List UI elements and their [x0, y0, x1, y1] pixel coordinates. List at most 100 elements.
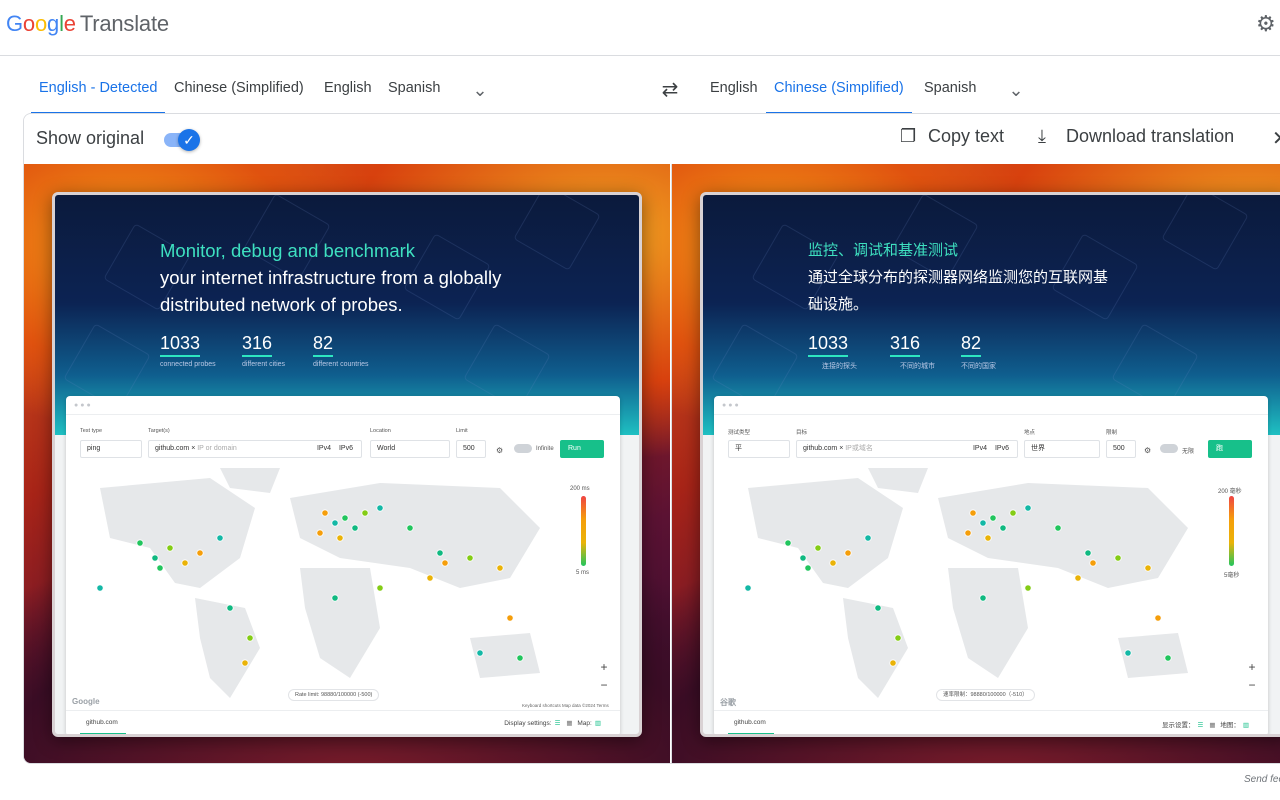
probe-marker[interactable]: [799, 554, 807, 562]
probe-marker[interactable]: [136, 539, 144, 547]
probe-marker[interactable]: [864, 534, 872, 542]
probe-marker[interactable]: [246, 634, 254, 642]
source-lang-tab-chinese[interactable]: Chinese (Simplified): [166, 80, 312, 114]
target-input[interactable]: github.com × IP或域名 IPv4 IPv6: [796, 440, 1018, 458]
probe-marker[interactable]: [426, 574, 434, 582]
probe-marker[interactable]: [316, 529, 324, 537]
gear-icon[interactable]: ⚙: [1256, 12, 1280, 36]
probe-marker[interactable]: [496, 564, 504, 572]
world-map[interactable]: [80, 468, 570, 708]
probe-marker[interactable]: [226, 604, 234, 612]
source-lang-tab-spanish[interactable]: Spanish: [380, 80, 448, 114]
zoom-out-button[interactable]: −: [1244, 676, 1260, 694]
world-map[interactable]: [728, 468, 1218, 708]
probe-marker[interactable]: [506, 614, 514, 622]
probe-marker[interactable]: [1114, 554, 1122, 562]
zoom-in-button[interactable]: +: [1244, 658, 1260, 676]
probe-marker[interactable]: [1089, 559, 1097, 567]
probe-marker[interactable]: [476, 649, 484, 657]
probe-marker[interactable]: [151, 554, 159, 562]
probe-marker[interactable]: [196, 549, 204, 557]
probe-marker[interactable]: [1074, 574, 1082, 582]
probe-marker[interactable]: [216, 534, 224, 542]
probe-marker[interactable]: [241, 659, 249, 667]
tab-github[interactable]: github.com: [734, 719, 766, 726]
chevron-down-icon[interactable]: ⌄: [468, 78, 492, 102]
probe-marker[interactable]: [441, 559, 449, 567]
limit-input[interactable]: 500: [1106, 440, 1136, 458]
location-input[interactable]: World: [370, 440, 450, 458]
probe-marker[interactable]: [336, 534, 344, 542]
probe-marker[interactable]: [979, 594, 987, 602]
probe-marker[interactable]: [964, 529, 972, 537]
zoom-in-button[interactable]: +: [596, 658, 612, 676]
close-icon[interactable]: ✕: [1272, 126, 1280, 151]
probe-marker[interactable]: [844, 549, 852, 557]
probe-marker[interactable]: [889, 659, 897, 667]
probe-marker[interactable]: [784, 539, 792, 547]
probe-marker[interactable]: [744, 584, 752, 592]
infinite-toggle[interactable]: [514, 444, 532, 453]
probe-marker[interactable]: [1154, 614, 1162, 622]
chevron-down-icon[interactable]: ⌄: [1004, 78, 1028, 102]
probe-marker[interactable]: [351, 524, 359, 532]
source-lang-tab-detected[interactable]: English - Detected: [31, 80, 166, 114]
tab-github[interactable]: github.com: [86, 719, 118, 726]
probe-marker[interactable]: [361, 509, 369, 517]
probe-marker[interactable]: [331, 594, 339, 602]
google-translate-logo[interactable]: Google Translate: [6, 11, 169, 37]
test-type-select[interactable]: 平: [728, 440, 790, 458]
probe-marker[interactable]: [969, 509, 977, 517]
probe-marker[interactable]: [989, 514, 997, 522]
probe-marker[interactable]: [181, 559, 189, 567]
probe-marker[interactable]: [406, 524, 414, 532]
probe-marker[interactable]: [321, 509, 329, 517]
probe-marker[interactable]: [874, 604, 882, 612]
test-type-select[interactable]: ping: [80, 440, 142, 458]
probe-marker[interactable]: [1084, 549, 1092, 557]
probe-marker[interactable]: [804, 564, 812, 572]
target-lang-tab-chinese[interactable]: Chinese (Simplified): [766, 80, 912, 114]
probe-marker[interactable]: [1024, 584, 1032, 592]
infinite-toggle[interactable]: [1160, 444, 1178, 453]
show-original-toggle[interactable]: ✓: [164, 129, 200, 151]
stat-cities: 316 different cities: [242, 333, 286, 368]
probe-marker[interactable]: [984, 534, 992, 542]
target-lang-tab-english[interactable]: English: [702, 80, 766, 114]
gear-icon[interactable]: ⚙: [1144, 446, 1151, 455]
run-button[interactable]: Run: [560, 440, 604, 458]
probe-marker[interactable]: [331, 519, 339, 527]
zoom-out-button[interactable]: −: [596, 676, 612, 694]
probe-marker[interactable]: [376, 584, 384, 592]
copy-text-button[interactable]: ❐ Copy text: [900, 126, 1004, 147]
probe-marker[interactable]: [436, 549, 444, 557]
probe-marker[interactable]: [999, 524, 1007, 532]
probe-marker[interactable]: [1124, 649, 1132, 657]
probe-marker[interactable]: [156, 564, 164, 572]
probe-marker[interactable]: [166, 544, 174, 552]
probe-marker[interactable]: [894, 634, 902, 642]
download-translation-button[interactable]: ⤓ Download translation: [1038, 126, 1234, 147]
probe-marker[interactable]: [814, 544, 822, 552]
probe-marker[interactable]: [1144, 564, 1152, 572]
location-input[interactable]: 世界: [1024, 440, 1100, 458]
swap-languages-icon[interactable]: ⇄: [658, 78, 682, 102]
probe-marker[interactable]: [376, 504, 384, 512]
limit-input[interactable]: 500: [456, 440, 486, 458]
probe-marker[interactable]: [1164, 654, 1172, 662]
target-input[interactable]: github.com × IP or domain IPv4 IPv6: [148, 440, 362, 458]
probe-marker[interactable]: [516, 654, 524, 662]
probe-marker[interactable]: [1024, 504, 1032, 512]
run-button[interactable]: 跑: [1208, 440, 1252, 458]
probe-marker[interactable]: [341, 514, 349, 522]
probe-marker[interactable]: [829, 559, 837, 567]
probe-marker[interactable]: [1054, 524, 1062, 532]
probe-marker[interactable]: [1009, 509, 1017, 517]
gear-icon[interactable]: ⚙: [496, 446, 503, 455]
source-lang-tab-english[interactable]: English: [316, 80, 380, 114]
target-lang-tab-spanish[interactable]: Spanish: [916, 80, 984, 114]
probe-marker[interactable]: [466, 554, 474, 562]
probe-marker[interactable]: [979, 519, 987, 527]
send-feedback-link[interactable]: Send feedback: [1244, 774, 1280, 785]
probe-marker[interactable]: [96, 584, 104, 592]
